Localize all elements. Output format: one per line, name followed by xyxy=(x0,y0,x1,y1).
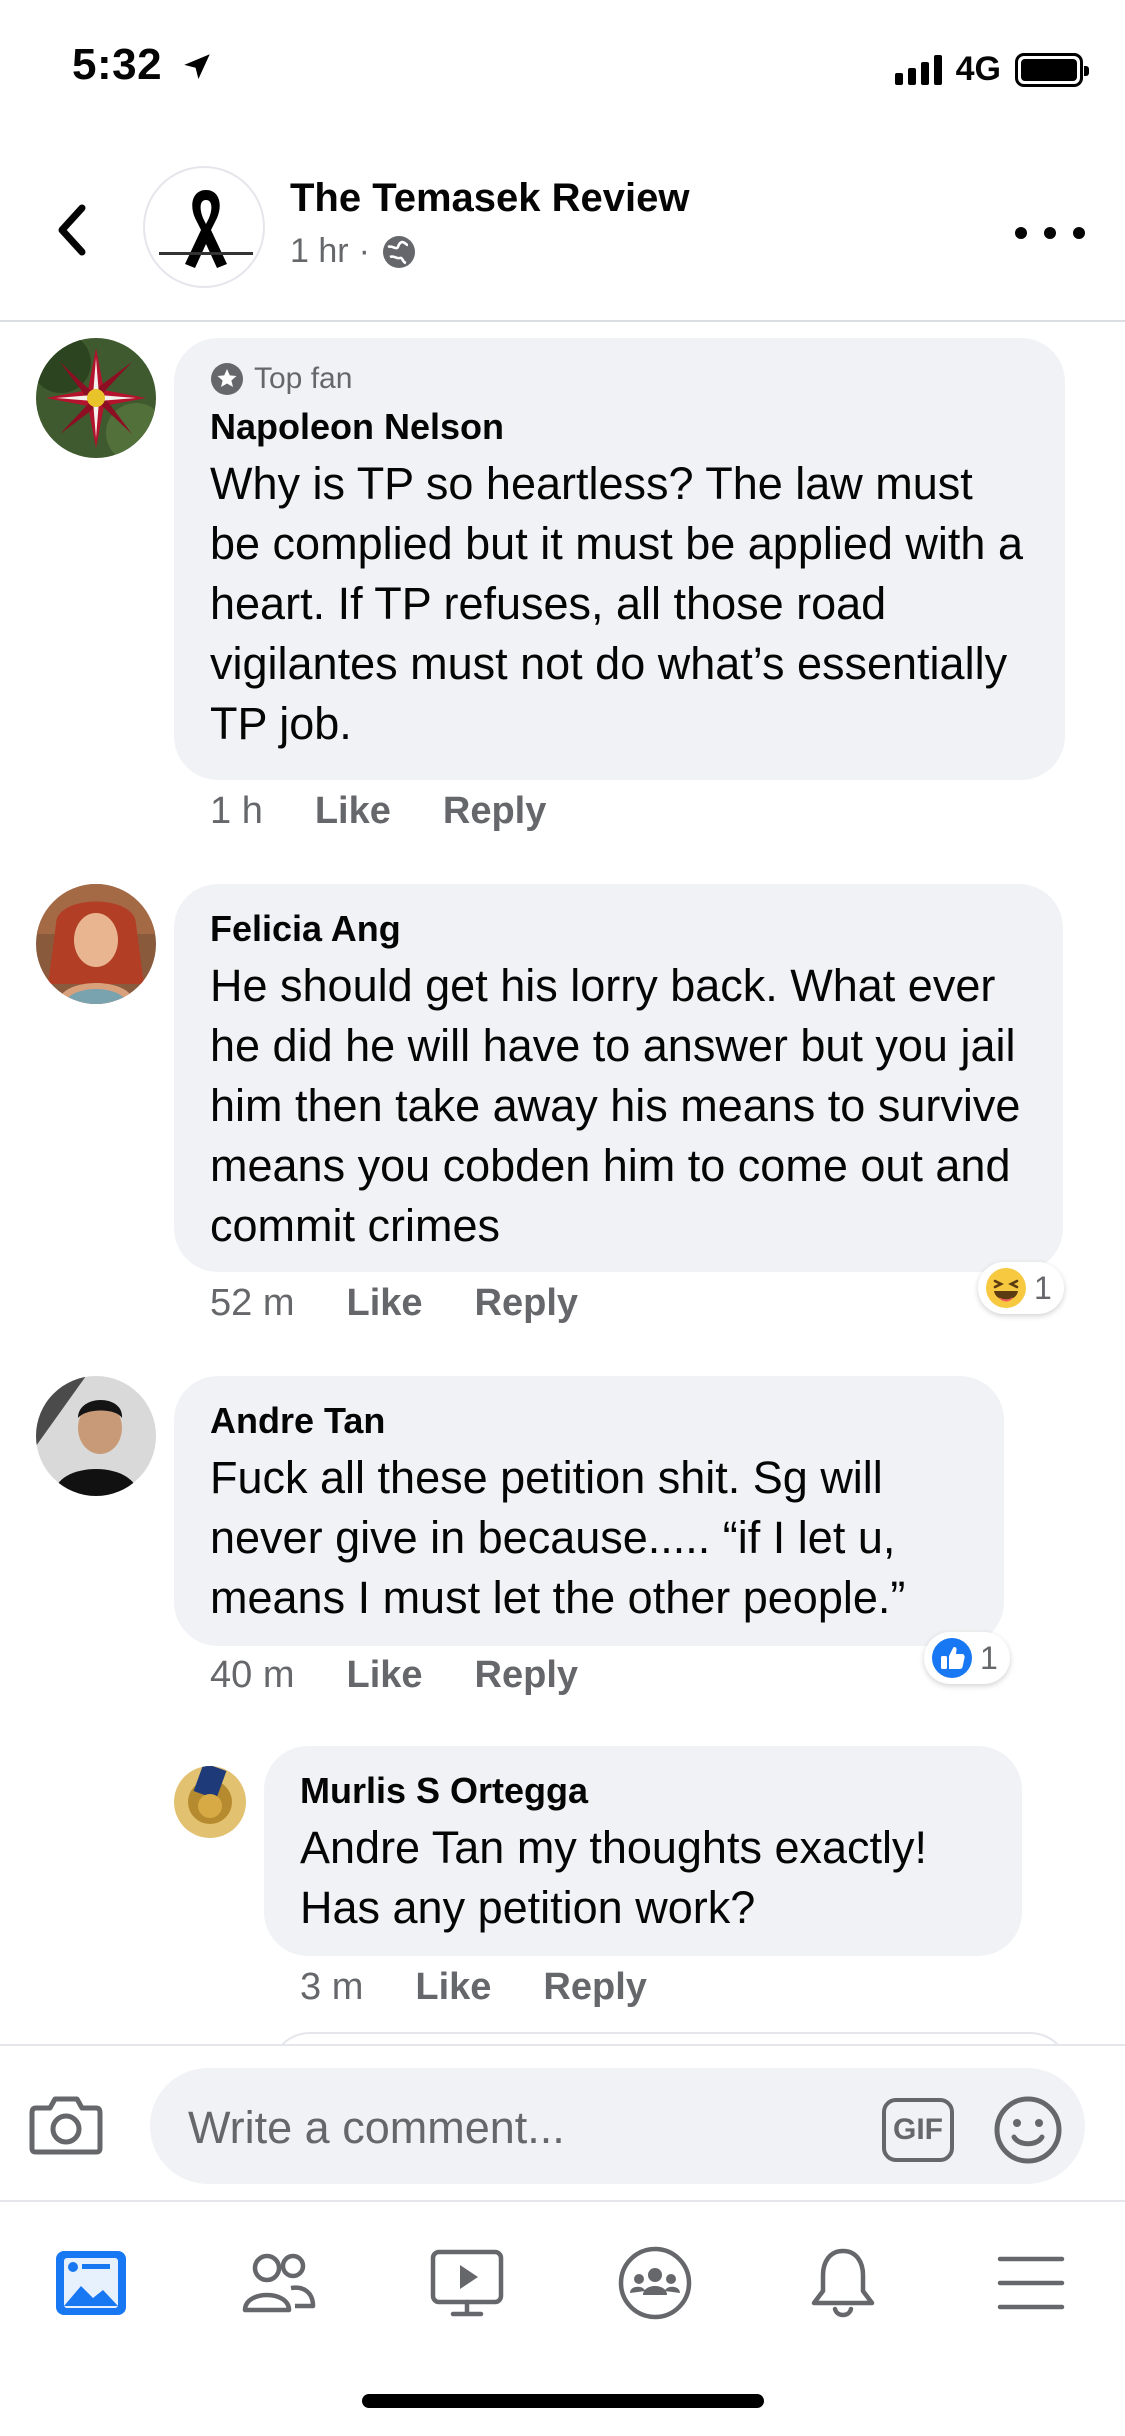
location-arrow-icon xyxy=(184,54,210,80)
like-button[interactable]: Like xyxy=(415,1966,491,2009)
smiley-icon xyxy=(994,2096,1062,2164)
reaction-summary[interactable]: 1 xyxy=(924,1632,1010,1684)
comment-bubble[interactable]: Andre Tan Fuck all these petition shit. … xyxy=(174,1376,1004,1646)
tab-news-feed[interactable] xyxy=(46,2238,136,2328)
comment-author[interactable]: Felicia Ang xyxy=(210,908,1027,950)
star-icon xyxy=(211,363,243,395)
battery-icon xyxy=(1015,52,1089,87)
comment-bubble[interactable]: Top fan Napoleon Nelson Why is TP so hea… xyxy=(174,338,1065,780)
page-avatar[interactable] xyxy=(143,166,265,288)
meta-separator: · xyxy=(358,232,370,270)
tab-menu[interactable] xyxy=(986,2238,1076,2328)
comment-time[interactable]: 52 m xyxy=(210,1282,294,1325)
post-time[interactable]: 1 hr xyxy=(290,232,349,271)
top-fan-label: Top fan xyxy=(254,362,353,395)
reaction-count: 1 xyxy=(980,1639,998,1676)
globe-icon xyxy=(382,235,415,268)
status-bar: 5:32 4G xyxy=(0,0,1125,140)
reply-bubble[interactable]: Murlis S Ortegga Andre Tan my thoughts e… xyxy=(264,1746,1022,1956)
avatar[interactable] xyxy=(174,1766,246,1838)
gif-button[interactable]: GIF xyxy=(882,2098,954,2162)
reply-button[interactable]: Reply xyxy=(543,1966,646,2009)
tab-watch[interactable] xyxy=(422,2238,512,2328)
more-options-button[interactable] xyxy=(1015,208,1085,258)
back-button[interactable] xyxy=(40,198,104,262)
groups-icon xyxy=(618,2246,692,2320)
black-ribbon-icon xyxy=(159,190,253,268)
post-header: The Temasek Review 1 hr · xyxy=(0,150,1125,322)
comment-actions: 40 m Like Reply xyxy=(210,1654,630,1697)
avatar[interactable] xyxy=(36,884,156,1004)
facebook-comments-screen: 5:32 4G The Temasek Review 1 hr · Top fa… xyxy=(0,0,1125,2436)
tab-notifications[interactable] xyxy=(798,2238,888,2328)
haha-reaction-icon xyxy=(986,1268,1026,1308)
like-button[interactable]: Like xyxy=(346,1654,422,1697)
reaction-summary[interactable]: 1 xyxy=(978,1262,1064,1314)
comment-bubble[interactable]: Felicia Ang He should get his lorry back… xyxy=(174,884,1063,1272)
camera-button[interactable] xyxy=(28,2090,104,2160)
post-meta: 1 hr · xyxy=(290,232,418,271)
reply-button[interactable]: Reply xyxy=(475,1282,578,1325)
tab-friends[interactable] xyxy=(234,2238,324,2328)
home-indicator[interactable] xyxy=(362,2394,764,2408)
like-button[interactable]: Like xyxy=(346,1282,422,1325)
watch-icon xyxy=(430,2249,504,2317)
comment-text: He should get his lorry back. What ever … xyxy=(210,960,1021,1251)
profile-photo xyxy=(36,1376,156,1496)
comment-time[interactable]: 40 m xyxy=(210,1654,294,1697)
tab-groups[interactable] xyxy=(610,2238,700,2328)
comment-actions: 1 h Like Reply xyxy=(210,790,598,833)
reply-time[interactable]: 3 m xyxy=(300,1966,363,2009)
chevron-left-icon xyxy=(58,204,86,256)
news-feed-icon xyxy=(56,2251,126,2315)
bell-icon xyxy=(811,2248,875,2318)
comment-composer: Write a comment... GIF xyxy=(0,2044,1125,2200)
camera-icon xyxy=(29,2096,103,2155)
profile-photo xyxy=(174,1766,246,1838)
reply-text: Andre Tan my thoughts exactly! Has any p… xyxy=(300,1822,928,1933)
flower-avatar-image xyxy=(36,338,156,458)
like-button[interactable]: Like xyxy=(315,790,391,833)
reply-button[interactable]: Reply xyxy=(443,790,546,833)
status-indicators: 4G xyxy=(894,50,1089,89)
comment-actions: 52 m Like Reply xyxy=(210,1282,630,1325)
reply-button[interactable]: Reply xyxy=(475,1654,578,1697)
comment-author[interactable]: Napoleon Nelson xyxy=(210,406,1029,448)
reaction-count: 1 xyxy=(1034,1269,1052,1306)
comment-text: Why is TP so heartless? The law must be … xyxy=(210,458,1023,749)
profile-photo xyxy=(36,884,156,1004)
status-time: 5:32 xyxy=(72,40,163,89)
page-name[interactable]: The Temasek Review xyxy=(290,176,689,221)
comment-placeholder[interactable]: Write a comment... xyxy=(188,2102,565,2154)
comment-text: Fuck all these petition shit. Sg will ne… xyxy=(210,1452,906,1623)
like-reaction-icon xyxy=(932,1638,972,1678)
network-type: 4G xyxy=(955,50,1001,88)
comment-time[interactable]: 1 h xyxy=(210,790,263,833)
signal-icon xyxy=(894,54,942,85)
top-fan-badge: Top fan xyxy=(210,362,1029,396)
avatar[interactable] xyxy=(36,338,156,458)
reply-actions: 3 m Like Reply xyxy=(300,1966,699,2009)
avatar[interactable] xyxy=(36,1376,156,1496)
friends-icon xyxy=(242,2253,316,2313)
menu-icon xyxy=(997,2256,1065,2310)
comment-author[interactable]: Andre Tan xyxy=(210,1400,968,1442)
emoji-button[interactable] xyxy=(992,2094,1064,2166)
reply-author[interactable]: Murlis S Ortegga xyxy=(300,1770,986,1812)
